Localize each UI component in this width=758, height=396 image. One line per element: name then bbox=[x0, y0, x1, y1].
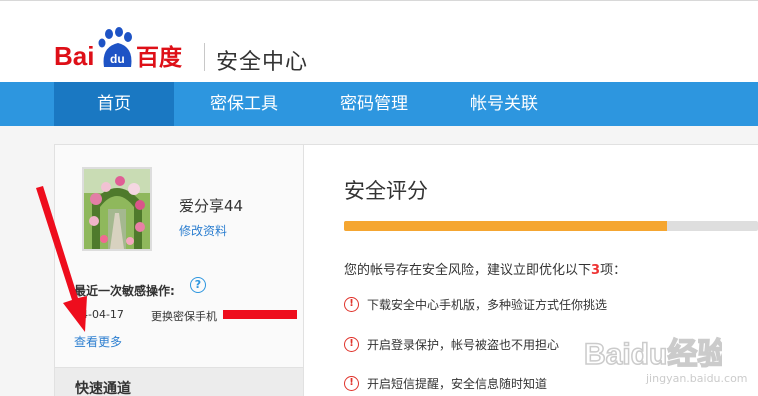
risk-prefix: 您的帐号存在安全风险，建议立即优化以下 bbox=[344, 263, 592, 278]
page: Bai du 百度 安全中心 首页 密保工具 密码管理 帐号关联 爱分享44 修… bbox=[0, 0, 758, 396]
nav-item-home[interactable]: 首页 bbox=[54, 82, 174, 126]
quick-access-title: 快速通道 bbox=[75, 381, 131, 396]
warning-icon: ! bbox=[344, 376, 359, 391]
risk-summary: 您的帐号存在安全风险，建议立即优化以下3项： bbox=[344, 259, 626, 278]
spacer-strip bbox=[0, 126, 758, 144]
header-divider bbox=[204, 43, 205, 71]
security-score-fill bbox=[344, 221, 667, 231]
avatar[interactable] bbox=[82, 167, 152, 251]
watermark-url: jingyan.baidu.com bbox=[646, 372, 748, 385]
help-icon[interactable]: ? bbox=[190, 277, 206, 293]
logo-bai-text: Bai bbox=[54, 41, 94, 71]
risk-suffix: 项： bbox=[600, 263, 627, 278]
quick-access-panel: 快速通道 bbox=[55, 367, 303, 396]
risk-item-login-protection[interactable]: ! 开启登录保护，帐号被盗也不用担心 bbox=[344, 336, 559, 354]
operation-description: 更换密保手机 bbox=[151, 310, 217, 323]
sidebar: 爱分享44 修改资料 最近一次敏感操作: ? 14-04-17 更换密保手机 查… bbox=[54, 144, 304, 396]
security-score-bar bbox=[344, 221, 758, 231]
risk-item-text: 开启登录保护，帐号被盗也不用担心 bbox=[367, 338, 560, 352]
username: 爱分享44 bbox=[179, 197, 244, 215]
edit-profile-link[interactable]: 修改资料 bbox=[179, 222, 227, 239]
baidu-logo[interactable]: Bai du 百度 bbox=[54, 25, 189, 71]
risk-item-sms-alert[interactable]: ! 开启短信提醒，安全信息随时知道 bbox=[344, 375, 547, 393]
risk-item-text: 下载安全中心手机版，多种验证方式任你挑选 bbox=[367, 298, 608, 312]
logo-cn-text: 百度 bbox=[136, 44, 183, 71]
view-more-link[interactable]: 查看更多 bbox=[74, 333, 122, 350]
nav-item-security-tools[interactable]: 密保工具 bbox=[184, 82, 304, 126]
risk-count: 3 bbox=[591, 263, 601, 278]
risk-item-text: 开启短信提醒，安全信息随时知道 bbox=[367, 377, 548, 391]
paw-icon: du bbox=[98, 27, 132, 67]
security-score-title: 安全评分 bbox=[344, 179, 428, 203]
nav-item-password-management[interactable]: 密码管理 bbox=[314, 82, 434, 126]
site-title: 安全中心 bbox=[216, 50, 309, 75]
logo-du-text: du bbox=[110, 52, 125, 66]
avatar-garden-image bbox=[84, 169, 150, 249]
main-nav: 首页 密保工具 密码管理 帐号关联 bbox=[0, 82, 758, 126]
risk-item-mobile-app[interactable]: ! 下载安全中心手机版，多种验证方式任你挑选 bbox=[344, 296, 607, 314]
operation-date: 14-04-17 bbox=[74, 308, 124, 321]
warning-icon: ! bbox=[344, 337, 359, 352]
main-content: 安全评分 您的帐号存在安全风险，建议立即优化以下3项： ! 下载安全中心手机版，多… bbox=[304, 144, 758, 396]
sensitive-operation-label: 最近一次敏感操作: bbox=[74, 284, 175, 298]
nav-item-account-linking[interactable]: 帐号关联 bbox=[444, 82, 564, 126]
redaction-bar bbox=[223, 310, 297, 319]
warning-icon: ! bbox=[344, 297, 359, 312]
header: Bai du 百度 安全中心 bbox=[0, 0, 758, 82]
